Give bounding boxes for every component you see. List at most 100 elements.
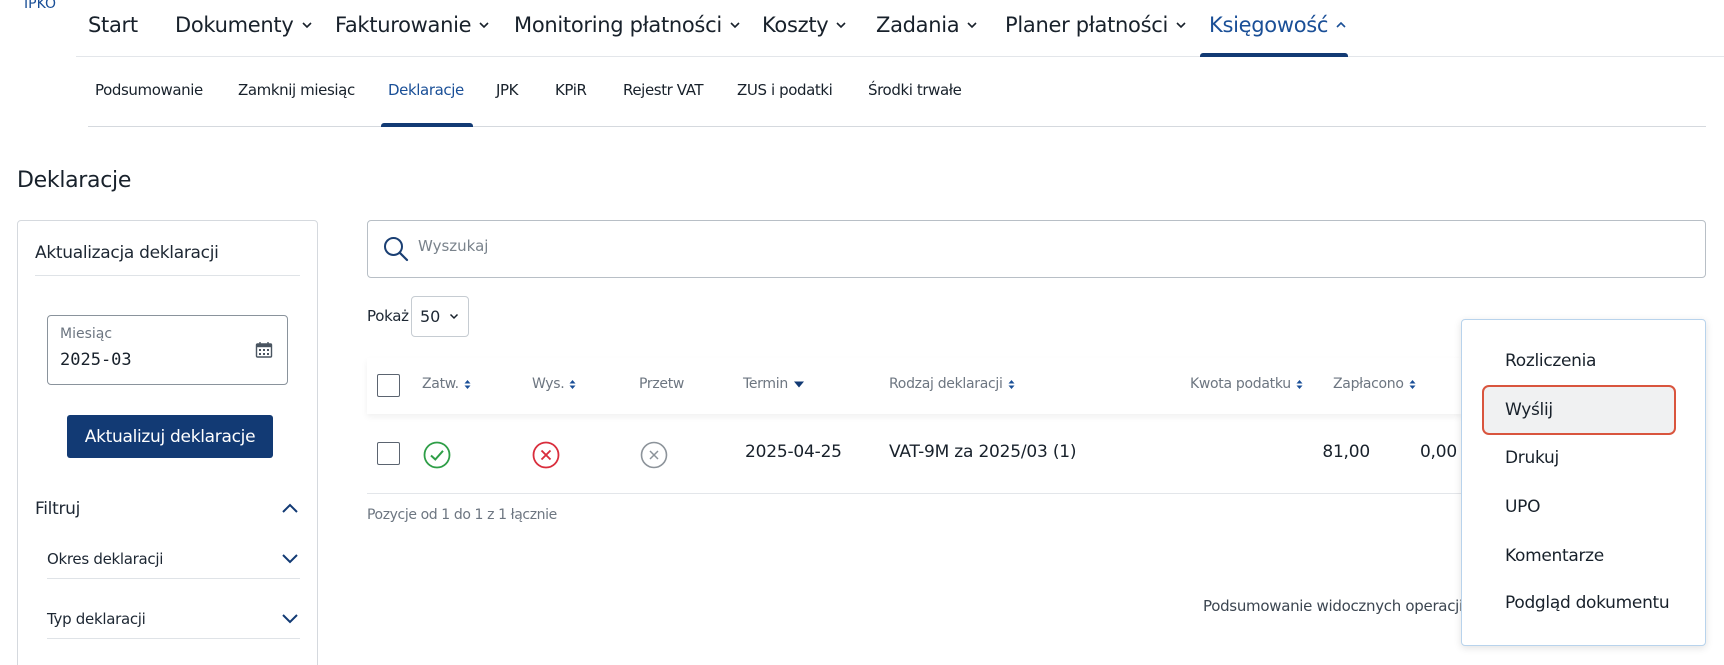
divider: [35, 275, 300, 276]
menu-item-wyslij[interactable]: Wyślij: [1505, 400, 1553, 420]
row-actions-menu: Rozliczenia Wyślij Drukuj UPO Komentarze…: [1461, 319, 1706, 646]
chevron-down-icon: [301, 22, 312, 29]
topnav-item-dokumenty[interactable]: Dokumenty: [175, 13, 313, 37]
chevron-down-icon: [967, 22, 977, 29]
topnav-label: Dokumenty: [175, 13, 294, 37]
filter-declaration-period[interactable]: Okres deklaracji: [47, 539, 300, 579]
menu-item-drukuj[interactable]: Drukuj: [1505, 448, 1559, 468]
chevron-down-icon: [282, 554, 298, 564]
subnav-item-rejestr-vat[interactable]: Rejestr VAT: [623, 81, 704, 99]
column-approved[interactable]: Zatw.: [422, 376, 471, 392]
column-deadline[interactable]: Termin: [743, 376, 805, 392]
filter-toggle[interactable]: Filtruj: [35, 499, 300, 533]
sort-icon: [569, 379, 576, 389]
row-checkbox[interactable]: [377, 442, 400, 465]
sort-icon: [1296, 379, 1303, 389]
chevron-up-icon: [1336, 21, 1346, 28]
topnav-item-fakturowanie[interactable]: Fakturowanie: [335, 13, 490, 37]
month-field-label: Miesiąc: [60, 326, 113, 342]
topnav-label: Start: [88, 13, 138, 37]
sort-descending-icon: [793, 381, 804, 388]
chevron-down-icon: [1176, 22, 1186, 29]
topnav-item-planer[interactable]: Planer płatności: [1005, 13, 1187, 37]
search-box[interactable]: [367, 220, 1706, 278]
month-input[interactable]: [60, 350, 240, 370]
subnav-item-jpk[interactable]: JPK: [496, 81, 519, 99]
subnav-item-zus[interactable]: ZUS i podatki: [737, 81, 833, 99]
subnav-item-podsumowanie[interactable]: Podsumowanie: [95, 81, 203, 99]
column-label: Wys.: [532, 376, 565, 392]
top-navigation: Start Dokumenty Fakturowanie Monitoring …: [76, 0, 1724, 57]
column-label: Przetw: [639, 376, 685, 392]
chevron-up-icon: [282, 503, 298, 513]
filter-row-label: Okres deklaracji: [47, 550, 164, 568]
column-label: Zatw.: [422, 376, 459, 392]
sort-icon: [1008, 379, 1015, 389]
chevron-down-icon: [730, 22, 740, 29]
sub-navigation: Podsumowanie Zamknij miesiąc Deklaracje …: [88, 57, 1706, 127]
cell-declaration-type: VAT-9M za 2025/03 (1): [889, 442, 1077, 462]
declaration-update-panel: Aktualizacja deklaracji Miesiąc Aktualiz…: [17, 220, 318, 665]
column-label: Termin: [743, 376, 788, 392]
topnav-label: Monitoring płatności: [514, 13, 722, 37]
topnav-item-zadania[interactable]: Zadania: [876, 13, 978, 37]
column-paid[interactable]: Zapłacono: [1333, 376, 1416, 392]
chevron-down-icon: [836, 22, 846, 29]
check-circle-icon: [423, 441, 451, 469]
search-icon: [384, 237, 409, 262]
topnav-label: Zadania: [876, 13, 960, 37]
cell-deadline: 2025-04-25: [745, 442, 842, 462]
column-label: Kwota podatku: [1190, 376, 1291, 392]
brand-logo[interactable]: IPKO: [24, 0, 56, 12]
page-title: Deklaracje: [17, 168, 132, 193]
page-size-control: Pokaż 50: [367, 295, 469, 337]
column-tax-amount[interactable]: Kwota podatku: [1190, 376, 1303, 392]
column-label: Zapłacono: [1333, 376, 1404, 392]
search-input[interactable]: [418, 237, 1318, 255]
menu-item-upo[interactable]: UPO: [1505, 497, 1540, 517]
menu-item-podglad-dokumentu[interactable]: Podgląd dokumentu: [1505, 593, 1670, 613]
topnav-label: Planer płatności: [1005, 13, 1168, 37]
chevron-down-icon: [479, 22, 489, 29]
update-declarations-button[interactable]: Aktualizuj deklaracje: [67, 415, 273, 458]
topnav-label: Koszty: [762, 13, 829, 37]
chevron-down-icon: [450, 313, 459, 320]
table-row[interactable]: 2025-04-25 VAT-9M za 2025/03 (1) 81,00 0…: [367, 424, 1462, 494]
table-header: Zatw. Wys. Przetw Termin Rodzaj deklarac…: [367, 358, 1462, 414]
topnav-item-monitoring[interactable]: Monitoring płatności: [514, 13, 741, 37]
menu-item-rozliczenia[interactable]: Rozliczenia: [1505, 351, 1596, 371]
page-size-select[interactable]: 50: [410, 295, 469, 337]
topnav-item-ksiegowosc[interactable]: Księgowość: [1209, 13, 1347, 37]
filter-label: Filtruj: [35, 499, 81, 519]
cell-paid: 0,00: [1419, 442, 1457, 462]
column-label: Rodzaj deklaracji: [889, 376, 1003, 392]
sort-icon: [1409, 379, 1416, 389]
chevron-down-icon: [282, 614, 298, 624]
filter-declaration-type[interactable]: Typ deklaracji: [47, 599, 300, 639]
sort-icon: [464, 379, 471, 389]
filter-row-label: Typ deklaracji: [47, 610, 146, 628]
cell-tax-amount: 81,00: [1322, 442, 1370, 462]
topnav-label: Fakturowanie: [335, 13, 472, 37]
x-circle-icon: [532, 441, 560, 469]
subnav-active-indicator: [381, 123, 473, 127]
calendar-icon[interactable]: [255, 341, 273, 359]
subnav-item-zamknij-miesiac[interactable]: Zamknij miesiąc: [238, 81, 355, 99]
subnav-item-srodki-trwale[interactable]: Środki trwałe: [868, 81, 962, 99]
subnav-item-deklaracje[interactable]: Deklaracje: [388, 81, 464, 99]
column-processed: Przetw: [639, 376, 684, 392]
visible-operations-summary: Podsumowanie widocznych operacji: [1203, 597, 1463, 615]
page-size-value: 50: [420, 306, 441, 326]
pagination-info: Pozycje od 1 do 1 z 1 łącznie: [367, 507, 557, 523]
topnav-item-start[interactable]: Start: [88, 13, 138, 37]
menu-item-komentarze[interactable]: Komentarze: [1505, 546, 1604, 566]
topnav-item-koszty[interactable]: Koszty: [762, 13, 847, 37]
month-field[interactable]: Miesiąc: [47, 315, 288, 385]
page-size-label: Pokaż: [367, 307, 409, 325]
column-declaration-type[interactable]: Rodzaj deklaracji: [889, 376, 1015, 392]
x-circle-gray-icon: [640, 441, 668, 469]
subnav-item-kpir[interactable]: KPiR: [555, 81, 587, 99]
column-sent[interactable]: Wys.: [532, 376, 576, 392]
select-all-checkbox[interactable]: [377, 374, 400, 397]
topnav-label: Księgowość: [1209, 13, 1329, 37]
